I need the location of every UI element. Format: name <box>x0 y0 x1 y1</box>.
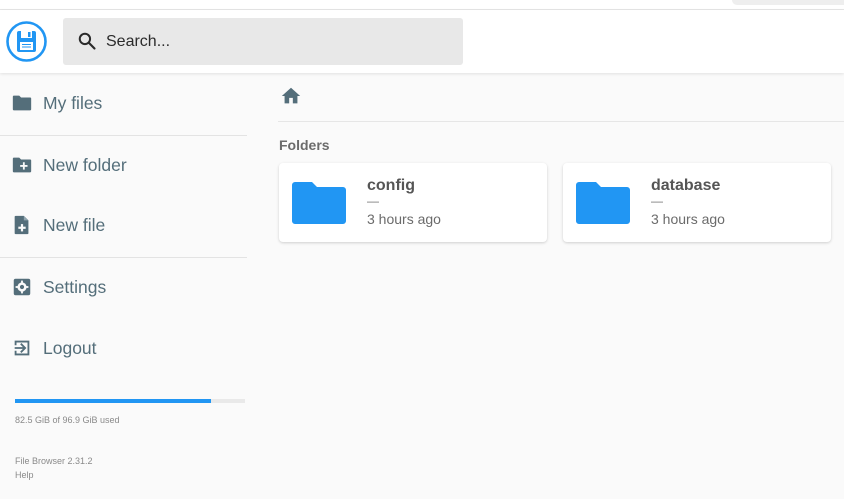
folder-icon <box>292 182 346 224</box>
storage-usage-bar <box>15 399 245 403</box>
breadcrumb-divider <box>278 121 844 122</box>
top-tab-edge <box>732 0 844 5</box>
folder-name: config <box>367 177 415 194</box>
sidebar-item-new-folder[interactable]: New folder <box>0 135 247 195</box>
search-box[interactable] <box>63 18 463 65</box>
app-version: File Browser 2.31.2 <box>15 456 93 466</box>
sidebar-item-new-file[interactable]: New file <box>0 195 247 255</box>
help-link[interactable]: Help <box>15 470 34 480</box>
home-icon[interactable] <box>280 85 302 107</box>
sidebar-item-label: Settings <box>43 276 107 297</box>
top-strip <box>0 0 844 10</box>
sidebar-item-label: New folder <box>43 154 127 175</box>
folder-card-database[interactable]: database — 3 hours ago <box>563 163 831 242</box>
folder-size: — <box>367 194 379 208</box>
folder-icon <box>12 95 32 111</box>
settings-icon <box>13 278 31 296</box>
sidebar-item-label: New file <box>43 214 106 235</box>
breadcrumb <box>280 85 302 109</box>
storage-usage-fill <box>15 399 211 403</box>
sidebar-item-my-files[interactable]: My files <box>0 73 247 133</box>
sidebar: My files New folder New file Settings Lo… <box>0 73 247 499</box>
logout-icon <box>14 340 30 356</box>
section-title-folders: Folders <box>279 137 330 153</box>
sidebar-item-settings[interactable]: Settings <box>0 257 247 317</box>
header-bar <box>0 10 844 73</box>
new-folder-icon <box>12 157 32 173</box>
folder-modified: 3 hours ago <box>651 211 725 227</box>
folder-modified: 3 hours ago <box>367 211 441 227</box>
storage-usage-text: 82.5 GiB of 96.9 GiB used <box>15 415 120 425</box>
search-input[interactable] <box>106 18 446 65</box>
folder-card-config[interactable]: config — 3 hours ago <box>279 163 547 242</box>
new-file-icon <box>14 215 29 235</box>
sidebar-item-logout[interactable]: Logout <box>0 318 247 378</box>
folder-size: — <box>651 194 663 208</box>
folder-name: database <box>651 177 721 194</box>
folder-icon <box>576 182 630 224</box>
sidebar-item-label: My files <box>43 92 103 113</box>
floppy-disk-logo-icon[interactable] <box>6 21 47 62</box>
search-icon <box>78 32 96 50</box>
sidebar-item-label: Logout <box>43 337 97 358</box>
